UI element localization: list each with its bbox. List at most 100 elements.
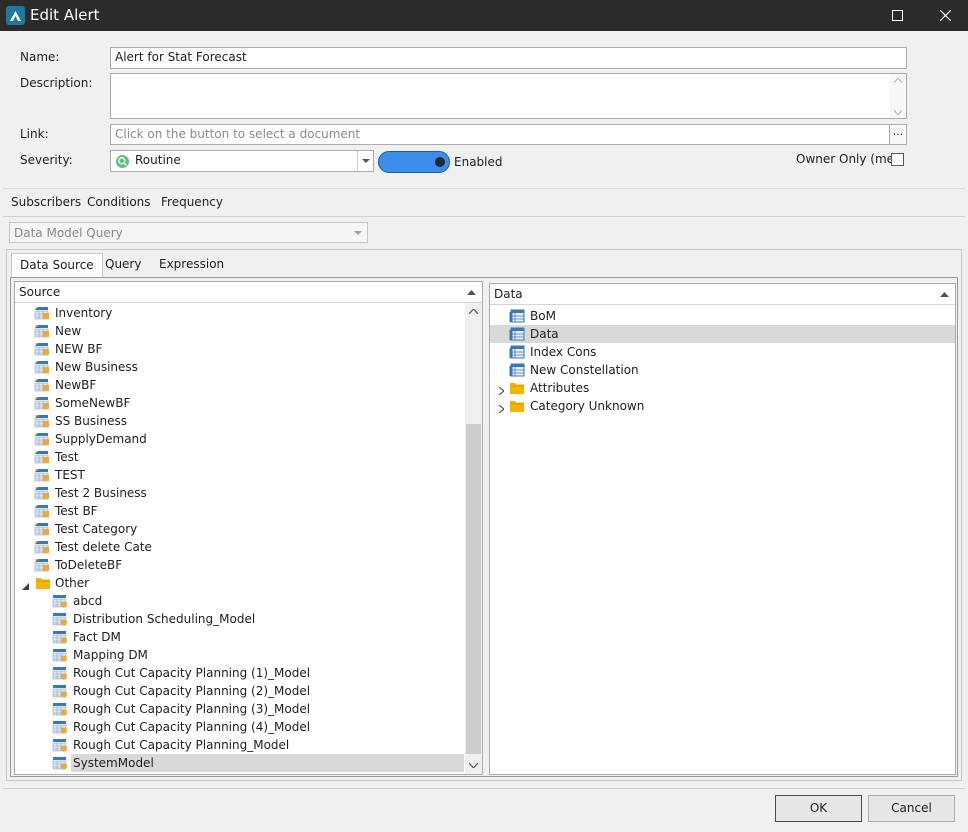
dialog-footer: OK Cancel <box>3 788 965 829</box>
name-input[interactable]: Alert for Stat Forecast <box>110 47 907 69</box>
source-tree-item-label: New <box>55 324 82 338</box>
business-model-icon <box>34 450 50 464</box>
tab-data-source[interactable]: Data Source <box>11 253 103 277</box>
description-scrollbar[interactable] <box>890 74 906 118</box>
chevron-down-icon <box>354 231 362 235</box>
link-placeholder: Click on the button to select a document <box>115 127 361 141</box>
scroll-up-icon <box>894 78 902 83</box>
data-tree-item[interactable]: New Constellation <box>490 361 955 379</box>
source-scrollbar[interactable] <box>465 303 482 774</box>
data-table-icon <box>509 345 525 359</box>
data-model-icon <box>52 594 68 608</box>
business-model-icon <box>34 378 50 392</box>
scroll-down-icon <box>469 763 478 768</box>
source-tree-item[interactable]: Fact DM <box>15 628 464 646</box>
ok-button[interactable]: OK <box>775 795 862 822</box>
source-tree-item[interactable]: New <box>15 322 464 340</box>
browse-document-button[interactable]: ... <box>889 125 906 144</box>
source-tree-item[interactable]: SupplyDemand <box>15 430 464 448</box>
source-tree-item[interactable]: Rough Cut Capacity Planning (3)_Model <box>15 700 464 718</box>
folder-icon <box>509 381 525 395</box>
source-tree-item[interactable]: TEST <box>15 466 464 484</box>
tab-subscribers[interactable]: Subscribers <box>11 195 81 209</box>
conditions-panel: Data Source Query Expression Source Inve… <box>6 249 962 781</box>
tab-frequency[interactable]: Frequency <box>161 195 223 209</box>
expand-arrow-icon[interactable] <box>498 384 505 398</box>
source-tree-item[interactable]: SystemModel <box>52 754 464 772</box>
source-tree-item-label: Distribution Scheduling_Model <box>73 612 256 626</box>
source-tree-item[interactable]: Other <box>15 574 464 592</box>
data-model-icon <box>52 756 68 770</box>
business-model-icon <box>34 324 50 338</box>
source-tree-item[interactable]: SomeNewBF <box>15 394 464 412</box>
owner-only-checkbox[interactable] <box>891 153 904 166</box>
source-tree-item-label: SS Business <box>55 414 127 428</box>
source-tree-item[interactable]: Test <box>15 448 464 466</box>
source-tree-item[interactable]: NEW BF <box>15 340 464 358</box>
severity-select[interactable]: Routine <box>110 150 374 172</box>
source-tree-item[interactable]: Rough Cut Capacity Planning_Model <box>15 736 464 754</box>
business-model-icon <box>34 486 50 500</box>
data-model-icon <box>52 630 68 644</box>
source-tree-item[interactable]: Test Category <box>15 520 464 538</box>
maximize-button[interactable] <box>874 0 920 31</box>
source-tree-item-label: SupplyDemand <box>55 432 147 446</box>
sort-ascending-icon <box>940 292 949 297</box>
routine-severity-icon <box>116 155 129 168</box>
name-label: Name: <box>20 50 60 64</box>
source-tree-item[interactable]: ToDeleteBF <box>15 556 464 574</box>
cancel-button[interactable]: Cancel <box>868 795 955 822</box>
source-tree-item-label: abcd <box>73 594 103 608</box>
scroll-down-icon <box>894 110 902 115</box>
source-tree-item[interactable]: Inventory <box>15 304 464 322</box>
business-model-icon <box>34 558 50 572</box>
business-model-icon <box>34 306 50 320</box>
source-tree-item[interactable]: Test 2 Business <box>15 484 464 502</box>
data-model-icon <box>52 720 68 734</box>
link-input[interactable]: Click on the button to select a document… <box>110 124 907 145</box>
description-textarea[interactable] <box>110 73 907 119</box>
data-tree-item[interactable]: Category Unknown <box>490 397 955 415</box>
source-tree-item[interactable]: Rough Cut Capacity Planning (4)_Model <box>15 718 464 736</box>
source-tree-item-label: Mapping DM <box>73 648 148 662</box>
source-header[interactable]: Source <box>15 282 482 303</box>
data-tree[interactable]: Data BoM Data Index Cons New Constellation A… <box>489 283 956 775</box>
data-header[interactable]: Data <box>490 284 955 305</box>
data-model-icon <box>52 612 68 626</box>
enabled-toggle[interactable] <box>378 151 450 173</box>
data-model-icon <box>52 648 68 662</box>
tab-conditions[interactable]: Conditions <box>87 195 151 209</box>
source-tree-item[interactable]: NewBF <box>15 376 464 394</box>
data-tree-item[interactable]: Data <box>490 325 955 343</box>
source-tree-item[interactable]: Distribution Scheduling_Model <box>15 610 464 628</box>
expand-arrow-icon[interactable] <box>498 402 505 416</box>
source-tree-item[interactable]: Rough Cut Capacity Planning (1)_Model <box>15 664 464 682</box>
source-tree-item-label: Rough Cut Capacity Planning_Model <box>73 738 290 752</box>
source-tree-item-label: New Business <box>55 360 138 374</box>
source-tree-item[interactable]: Rough Cut Capacity Planning (2)_Model <box>15 682 464 700</box>
tab-query[interactable]: Query <box>97 253 149 277</box>
source-tree-item[interactable]: New Business <box>15 358 464 376</box>
collapse-arrow-icon[interactable] <box>22 579 29 593</box>
severity-dropdown-arrow[interactable] <box>357 151 373 171</box>
close-button[interactable] <box>922 0 968 31</box>
title-bar: Edit Alert <box>0 0 968 31</box>
source-tree-item[interactable]: abcd <box>15 592 464 610</box>
tab-expression[interactable]: Expression <box>151 253 232 277</box>
data-model-icon <box>52 666 68 680</box>
query-type-select[interactable]: Data Model Query <box>9 222 368 243</box>
data-model-icon <box>52 684 68 698</box>
data-header-label: Data <box>494 287 523 301</box>
source-tree-item[interactable]: Test delete Cate <box>15 538 464 556</box>
source-tree-item[interactable]: Test BF <box>15 502 464 520</box>
source-tree-item-label: Test BF <box>55 504 98 518</box>
source-tree-item[interactable]: SS Business <box>15 412 464 430</box>
data-tree-item-label: Index Cons <box>530 345 597 359</box>
data-tree-item[interactable]: Index Cons <box>490 343 955 361</box>
data-tree-item[interactable]: Attributes <box>490 379 955 397</box>
source-tree-item[interactable]: Mapping DM <box>15 646 464 664</box>
source-tree-item-label: Rough Cut Capacity Planning (4)_Model <box>73 720 311 734</box>
data-tree-item[interactable]: BoM <box>490 307 955 325</box>
source-tree[interactable]: Source Inventory New NEW BF New Business New… <box>14 281 483 775</box>
source-scroll-thumb[interactable] <box>466 424 481 754</box>
